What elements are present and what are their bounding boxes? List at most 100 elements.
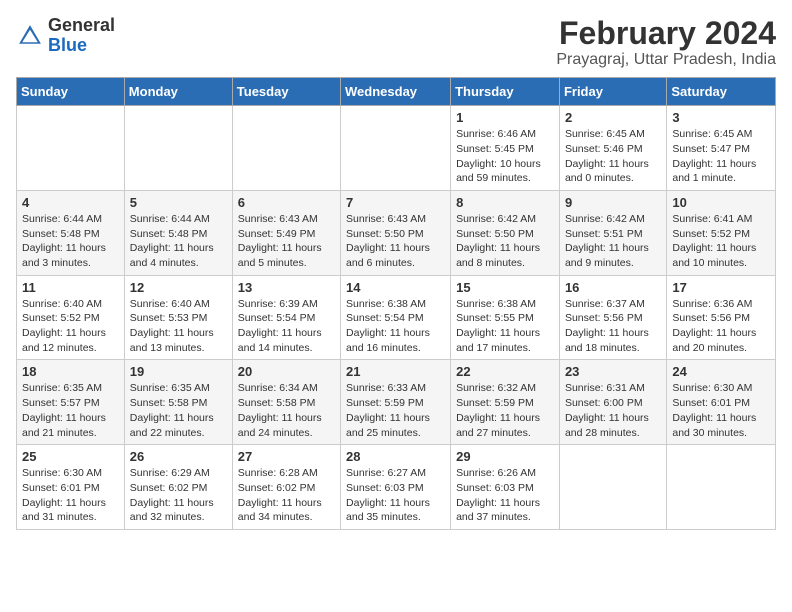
day-info: Sunrise: 6:43 AM Sunset: 5:50 PM Dayligh… bbox=[346, 212, 445, 271]
day-number: 18 bbox=[22, 364, 119, 379]
calendar-cell bbox=[124, 106, 232, 191]
column-header-tuesday: Tuesday bbox=[232, 78, 340, 106]
column-header-sunday: Sunday bbox=[17, 78, 125, 106]
calendar-cell: 2 Sunrise: 6:45 AM Sunset: 5:46 PM Daylig… bbox=[559, 106, 666, 191]
day-info: Sunrise: 6:29 AM Sunset: 6:02 PM Dayligh… bbox=[130, 466, 227, 525]
day-number: 23 bbox=[565, 364, 661, 379]
day-info: Sunrise: 6:44 AM Sunset: 5:48 PM Dayligh… bbox=[22, 212, 119, 271]
calendar-cell: 22 Sunrise: 6:32 AM Sunset: 5:59 PM Dayli… bbox=[451, 360, 560, 445]
column-header-monday: Monday bbox=[124, 78, 232, 106]
location-subtitle: Prayagraj, Uttar Pradesh, India bbox=[556, 51, 776, 69]
day-info: Sunrise: 6:36 AM Sunset: 5:56 PM Dayligh… bbox=[672, 297, 770, 356]
day-number: 19 bbox=[130, 364, 227, 379]
day-info: Sunrise: 6:30 AM Sunset: 6:01 PM Dayligh… bbox=[672, 381, 770, 440]
calendar-cell: 11 Sunrise: 6:40 AM Sunset: 5:52 PM Dayli… bbox=[17, 275, 125, 360]
logo-text: General Blue bbox=[48, 16, 115, 56]
day-info: Sunrise: 6:38 AM Sunset: 5:54 PM Dayligh… bbox=[346, 297, 445, 356]
day-info: Sunrise: 6:42 AM Sunset: 5:50 PM Dayligh… bbox=[456, 212, 554, 271]
day-info: Sunrise: 6:45 AM Sunset: 5:47 PM Dayligh… bbox=[672, 127, 770, 186]
calendar-cell: 10 Sunrise: 6:41 AM Sunset: 5:52 PM Dayli… bbox=[667, 190, 776, 275]
title-block: February 2024 Prayagraj, Uttar Pradesh, … bbox=[556, 16, 776, 69]
calendar-cell bbox=[341, 106, 451, 191]
calendar-cell: 15Sunrise: 6:38 AM Sunset: 5:55 PM Dayli… bbox=[451, 275, 560, 360]
day-number: 12 bbox=[130, 280, 227, 295]
day-info: Sunrise: 6:41 AM Sunset: 5:52 PM Dayligh… bbox=[672, 212, 770, 271]
calendar-cell: 20Sunrise: 6:34 AM Sunset: 5:58 PM Dayli… bbox=[232, 360, 340, 445]
day-number: 15 bbox=[456, 280, 554, 295]
calendar-week-row: 18 Sunrise: 6:35 AM Sunset: 5:57 PM Dayli… bbox=[17, 360, 776, 445]
day-number: 22 bbox=[456, 364, 554, 379]
calendar-week-row: 25 Sunrise: 6:30 AM Sunset: 6:01 PM Dayli… bbox=[17, 445, 776, 530]
day-number: 29 bbox=[456, 449, 554, 464]
day-number: 8 bbox=[456, 195, 554, 210]
day-number: 13 bbox=[238, 280, 335, 295]
day-info: Sunrise: 6:39 AM Sunset: 5:54 PM Dayligh… bbox=[238, 297, 335, 356]
month-year-title: February 2024 bbox=[556, 16, 776, 51]
calendar-cell: 13 Sunrise: 6:39 AM Sunset: 5:54 PM Dayli… bbox=[232, 275, 340, 360]
calendar-cell bbox=[667, 445, 776, 530]
calendar-cell: 3Sunrise: 6:45 AM Sunset: 5:47 PM Daylig… bbox=[667, 106, 776, 191]
day-number: 21 bbox=[346, 364, 445, 379]
day-info: Sunrise: 6:35 AM Sunset: 5:57 PM Dayligh… bbox=[22, 381, 119, 440]
calendar-body: 1Sunrise: 6:46 AM Sunset: 5:45 PM Daylig… bbox=[17, 106, 776, 530]
calendar-cell: 28 Sunrise: 6:27 AM Sunset: 6:03 PM Dayli… bbox=[341, 445, 451, 530]
day-number: 16 bbox=[565, 280, 661, 295]
day-info: Sunrise: 6:27 AM Sunset: 6:03 PM Dayligh… bbox=[346, 466, 445, 525]
calendar-cell: 26 Sunrise: 6:29 AM Sunset: 6:02 PM Dayli… bbox=[124, 445, 232, 530]
calendar-cell: 12 Sunrise: 6:40 AM Sunset: 5:53 PM Dayli… bbox=[124, 275, 232, 360]
day-number: 7 bbox=[346, 195, 445, 210]
day-number: 9 bbox=[565, 195, 661, 210]
column-header-saturday: Saturday bbox=[667, 78, 776, 106]
day-info: Sunrise: 6:45 AM Sunset: 5:46 PM Dayligh… bbox=[565, 127, 661, 186]
calendar-cell: 4 Sunrise: 6:44 AM Sunset: 5:48 PM Daylig… bbox=[17, 190, 125, 275]
calendar-cell bbox=[559, 445, 666, 530]
calendar-cell bbox=[17, 106, 125, 191]
column-header-friday: Friday bbox=[559, 78, 666, 106]
day-number: 17 bbox=[672, 280, 770, 295]
calendar-cell: 18 Sunrise: 6:35 AM Sunset: 5:57 PM Dayli… bbox=[17, 360, 125, 445]
calendar-cell: 17 Sunrise: 6:36 AM Sunset: 5:56 PM Dayli… bbox=[667, 275, 776, 360]
calendar-week-row: 11 Sunrise: 6:40 AM Sunset: 5:52 PM Dayli… bbox=[17, 275, 776, 360]
calendar-header-row: SundayMondayTuesdayWednesdayThursdayFrid… bbox=[17, 78, 776, 106]
day-number: 14 bbox=[346, 280, 445, 295]
calendar-cell: 29 Sunrise: 6:26 AM Sunset: 6:03 PM Dayli… bbox=[451, 445, 560, 530]
day-number: 11 bbox=[22, 280, 119, 295]
day-info: Sunrise: 6:32 AM Sunset: 5:59 PM Dayligh… bbox=[456, 381, 554, 440]
day-number: 4 bbox=[22, 195, 119, 210]
page-header: General Blue February 2024 Prayagraj, Ut… bbox=[16, 16, 776, 69]
calendar-week-row: 4 Sunrise: 6:44 AM Sunset: 5:48 PM Daylig… bbox=[17, 190, 776, 275]
calendar-cell bbox=[232, 106, 340, 191]
day-info: Sunrise: 6:37 AM Sunset: 5:56 PM Dayligh… bbox=[565, 297, 661, 356]
calendar-cell: 23 Sunrise: 6:31 AM Sunset: 6:00 PM Dayli… bbox=[559, 360, 666, 445]
day-info: Sunrise: 6:35 AM Sunset: 5:58 PM Dayligh… bbox=[130, 381, 227, 440]
day-number: 28 bbox=[346, 449, 445, 464]
calendar-cell: 6 Sunrise: 6:43 AM Sunset: 5:49 PM Daylig… bbox=[232, 190, 340, 275]
logo: General Blue bbox=[16, 16, 115, 56]
day-number: 5 bbox=[130, 195, 227, 210]
day-info: Sunrise: 6:40 AM Sunset: 5:53 PM Dayligh… bbox=[130, 297, 227, 356]
day-number: 6 bbox=[238, 195, 335, 210]
day-number: 10 bbox=[672, 195, 770, 210]
calendar-week-row: 1Sunrise: 6:46 AM Sunset: 5:45 PM Daylig… bbox=[17, 106, 776, 191]
calendar-cell: 8 Sunrise: 6:42 AM Sunset: 5:50 PM Daylig… bbox=[451, 190, 560, 275]
calendar-cell: 1Sunrise: 6:46 AM Sunset: 5:45 PM Daylig… bbox=[451, 106, 560, 191]
calendar-cell: 5Sunrise: 6:44 AM Sunset: 5:48 PM Daylig… bbox=[124, 190, 232, 275]
day-number: 2 bbox=[565, 110, 661, 125]
calendar-table: SundayMondayTuesdayWednesdayThursdayFrid… bbox=[16, 77, 776, 530]
day-info: Sunrise: 6:26 AM Sunset: 6:03 PM Dayligh… bbox=[456, 466, 554, 525]
day-info: Sunrise: 6:31 AM Sunset: 6:00 PM Dayligh… bbox=[565, 381, 661, 440]
day-info: Sunrise: 6:34 AM Sunset: 5:58 PM Dayligh… bbox=[238, 381, 335, 440]
day-info: Sunrise: 6:43 AM Sunset: 5:49 PM Dayligh… bbox=[238, 212, 335, 271]
calendar-cell: 14 Sunrise: 6:38 AM Sunset: 5:54 PM Dayli… bbox=[341, 275, 451, 360]
calendar-cell: 27Sunrise: 6:28 AM Sunset: 6:02 PM Dayli… bbox=[232, 445, 340, 530]
calendar-cell: 21Sunrise: 6:33 AM Sunset: 5:59 PM Dayli… bbox=[341, 360, 451, 445]
day-number: 25 bbox=[22, 449, 119, 464]
day-info: Sunrise: 6:30 AM Sunset: 6:01 PM Dayligh… bbox=[22, 466, 119, 525]
day-number: 27 bbox=[238, 449, 335, 464]
day-number: 24 bbox=[672, 364, 770, 379]
column-header-thursday: Thursday bbox=[451, 78, 560, 106]
calendar-cell: 9Sunrise: 6:42 AM Sunset: 5:51 PM Daylig… bbox=[559, 190, 666, 275]
day-number: 26 bbox=[130, 449, 227, 464]
day-info: Sunrise: 6:40 AM Sunset: 5:52 PM Dayligh… bbox=[22, 297, 119, 356]
calendar-cell: 19 Sunrise: 6:35 AM Sunset: 5:58 PM Dayli… bbox=[124, 360, 232, 445]
